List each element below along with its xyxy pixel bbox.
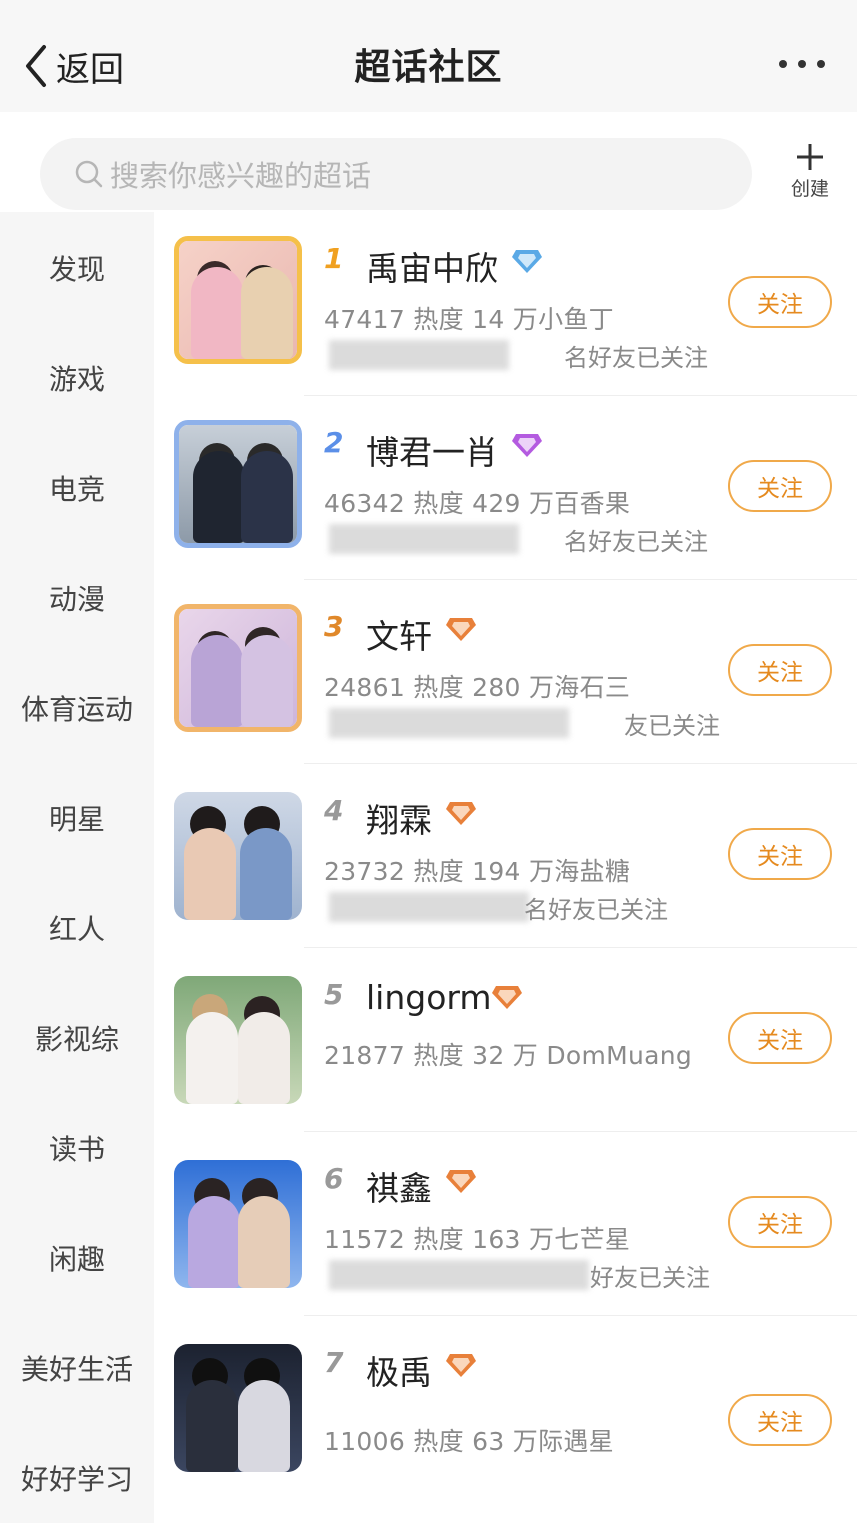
redacted-blur xyxy=(329,1260,589,1290)
diamond-badge-icon xyxy=(512,250,542,273)
topic-stats: 24861 热度 280 万海石三 xyxy=(324,673,631,702)
sidebar-item-esports[interactable]: 电竞 xyxy=(0,468,154,508)
sidebar-item-leisure[interactable]: 闲趣 xyxy=(0,1238,154,1278)
sidebar-item-film-tv[interactable]: 影视综 xyxy=(0,1018,154,1058)
topic-stats: 46342 热度 429 万百香果 xyxy=(324,489,631,518)
list-item[interactable]: 3 文轩 24861 热度 280 万海石三 友已关注 关注 xyxy=(154,580,857,764)
rank-number: 2 xyxy=(324,426,344,459)
topic-avatar[interactable] xyxy=(174,1160,302,1288)
top-nav-bar: 返回 超话社区 xyxy=(0,0,857,113)
topic-name[interactable]: 禹宙中欣 xyxy=(366,242,498,290)
topic-avatar[interactable] xyxy=(174,420,302,548)
sidebar-item-games[interactable]: 游戏 xyxy=(0,358,154,398)
create-label: 创建 xyxy=(790,178,829,200)
page-title: 超话社区 xyxy=(354,47,503,88)
search-placeholder: 搜索你感兴趣的超话 xyxy=(110,159,372,193)
topic-name[interactable]: 极禹 xyxy=(366,1346,432,1394)
more-dots-icon xyxy=(779,60,787,68)
topic-avatar[interactable] xyxy=(174,792,302,920)
sidebar-item-sports[interactable]: 体育运动 xyxy=(0,688,154,728)
topic-stats: 47417 热度 14 万小鱼丁 xyxy=(324,305,614,334)
topic-stats: 21877 热度 32 万 DomMuang xyxy=(324,1041,693,1070)
follow-button[interactable]: 关注 xyxy=(728,1012,832,1064)
topic-avatar[interactable] xyxy=(174,976,302,1104)
category-sidebar: 发现 游戏 电竞 动漫 体育运动 明星 红人 影视综 读书 闲趣 美好生活 好好… xyxy=(0,212,154,1523)
rank-number: 3 xyxy=(324,610,344,643)
list-item[interactable]: 4 翔霖 23732 热度 194 万海盐糖 名好友已关注 关注 xyxy=(154,764,857,948)
more-options-button[interactable] xyxy=(777,52,827,76)
topic-name[interactable]: 文轩 xyxy=(366,610,432,658)
search-icon xyxy=(75,160,103,188)
follow-button[interactable]: 关注 xyxy=(728,460,832,512)
search-input[interactable]: 搜索你感兴趣的超话 xyxy=(40,138,752,210)
follow-button[interactable]: 关注 xyxy=(728,828,832,880)
plus-icon xyxy=(797,144,823,170)
friends-following: 名好友已关注 xyxy=(524,896,668,924)
redacted-blur xyxy=(329,892,529,922)
topic-avatar[interactable] xyxy=(174,604,302,732)
rank-number: 7 xyxy=(324,1346,344,1379)
redacted-blur xyxy=(329,708,569,738)
diamond-badge-icon xyxy=(446,1354,476,1377)
diamond-badge-icon xyxy=(446,618,476,641)
search-row: 搜索你感兴趣的超话 创建 xyxy=(0,112,857,212)
friends-following: 友已关注 xyxy=(624,712,720,740)
list-item[interactable]: 1 禹宙中欣 47417 热度 14 万小鱼丁 名好友已关注 关注 xyxy=(154,212,857,396)
follow-button[interactable]: 关注 xyxy=(728,1394,832,1446)
create-button[interactable]: 创建 xyxy=(786,142,834,201)
list-item[interactable]: 6 祺鑫 11572 热度 163 万七芒星 好友已关注 关注 xyxy=(154,1132,857,1316)
diamond-badge-icon xyxy=(512,434,542,457)
topic-avatar[interactable] xyxy=(174,1344,302,1472)
redacted-blur xyxy=(329,524,519,554)
diamond-badge-icon xyxy=(492,986,522,1009)
topic-name[interactable]: 翔霖 xyxy=(366,794,432,842)
sidebar-item-good-life[interactable]: 美好生活 xyxy=(0,1348,154,1388)
sidebar-item-reading[interactable]: 读书 xyxy=(0,1128,154,1168)
topic-stats: 23732 热度 194 万海盐糖 xyxy=(324,857,631,886)
topic-name[interactable]: 祺鑫 xyxy=(366,1162,432,1210)
topic-stats: 11006 热度 63 万际遇星 xyxy=(324,1427,614,1456)
friends-following: 好友已关注 xyxy=(590,1264,710,1292)
rank-number: 5 xyxy=(324,978,344,1011)
topic-stats: 11572 热度 163 万七芒星 xyxy=(324,1225,631,1254)
sidebar-item-stars[interactable]: 明星 xyxy=(0,798,154,838)
sidebar-item-influencers[interactable]: 红人 xyxy=(0,908,154,948)
follow-button[interactable]: 关注 xyxy=(728,644,832,696)
topic-name[interactable]: 博君一肖 xyxy=(366,426,498,474)
sidebar-item-study[interactable]: 好好学习 xyxy=(0,1458,154,1498)
rank-number: 6 xyxy=(324,1162,344,1195)
friends-following: 名好友已关注 xyxy=(564,344,708,372)
topic-name[interactable]: lingorm xyxy=(366,978,492,1017)
sidebar-item-anime[interactable]: 动漫 xyxy=(0,578,154,618)
list-item[interactable]: 5 lingorm 21877 热度 32 万 DomMuang 关注 xyxy=(154,948,857,1132)
friends-following: 名好友已关注 xyxy=(564,528,708,556)
list-item[interactable]: 7 极禹 11006 热度 63 万际遇星 关注 xyxy=(154,1316,857,1500)
rank-number: 4 xyxy=(324,794,344,827)
diamond-badge-icon xyxy=(446,1170,476,1193)
topic-avatar[interactable] xyxy=(174,236,302,364)
diamond-badge-icon xyxy=(446,802,476,825)
follow-button[interactable]: 关注 xyxy=(728,276,832,328)
list-item[interactable]: 2 博君一肖 46342 热度 429 万百香果 名好友已关注 关注 xyxy=(154,396,857,580)
sidebar-item-discover[interactable]: 发现 xyxy=(0,248,154,288)
follow-button[interactable]: 关注 xyxy=(728,1196,832,1248)
rank-number: 1 xyxy=(324,242,344,275)
redacted-blur xyxy=(329,340,509,370)
